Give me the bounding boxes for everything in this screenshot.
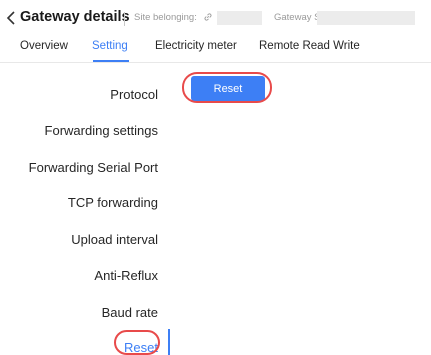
page-title: Gateway details [20, 9, 130, 25]
active-menu-indicator [168, 329, 170, 355]
title-divider [124, 12, 125, 26]
tab-remote-read-write[interactable]: Remote Read Write [259, 40, 360, 52]
active-tab-underline [93, 60, 129, 62]
menu-item-tcp-forwarding[interactable]: TCP forwarding [68, 195, 158, 210]
tab-overview[interactable]: Overview [20, 40, 68, 52]
menu-item-forwarding-settings[interactable]: Forwarding settings [45, 123, 158, 138]
tab-setting[interactable]: Setting [92, 40, 128, 52]
menu-item-reset[interactable]: Reset [124, 340, 158, 355]
tab-bar: Overview Setting Electricity meter Remot… [0, 38, 431, 63]
menu-item-forwarding-serial-port[interactable]: Forwarding Serial Port [29, 160, 158, 175]
site-belonging-value [217, 11, 262, 25]
menu-item-anti-reflux[interactable]: Anti-Reflux [94, 268, 158, 283]
menu-item-upload-interval[interactable]: Upload interval [71, 232, 158, 247]
link-icon [204, 13, 212, 21]
menu-item-baud-rate[interactable]: Baud rate [102, 305, 158, 320]
menu-item-protocol[interactable]: Protocol [110, 87, 158, 102]
settings-side-menu: Protocol Forwarding settings Forwarding … [0, 63, 170, 355]
page-header: Gateway details Site belonging: Gateway … [0, 0, 431, 38]
site-belonging-label: Site belonging: [134, 12, 197, 23]
gateway-sn-value [317, 11, 415, 25]
reset-button[interactable]: Reset [191, 76, 265, 101]
chevron-left-icon[interactable] [4, 9, 18, 27]
tab-electricity-meter[interactable]: Electricity meter [155, 40, 237, 52]
